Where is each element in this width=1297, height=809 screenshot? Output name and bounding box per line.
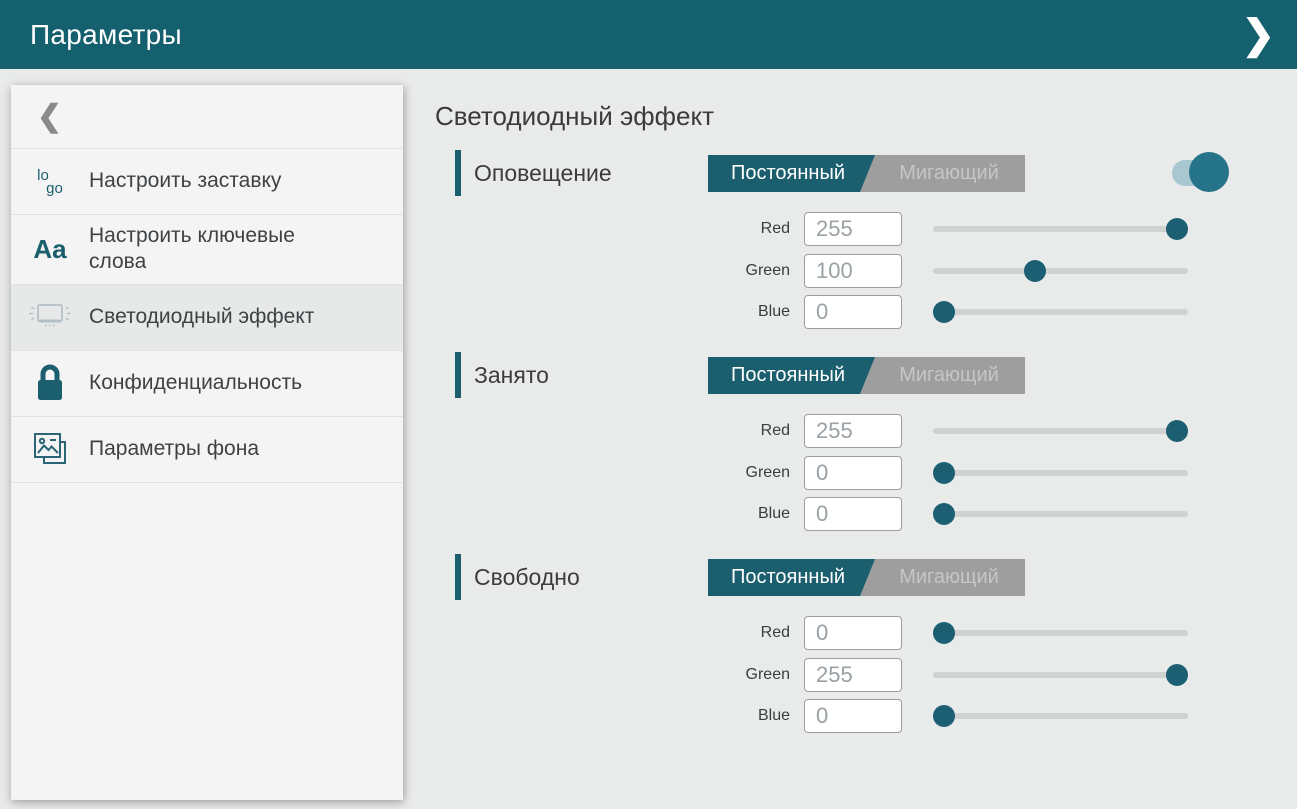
slider-thumb[interactable] <box>1166 218 1188 240</box>
channel-label: Green <box>640 666 804 684</box>
channel-label: Red <box>640 220 804 238</box>
rgb-row: Red <box>640 616 1188 650</box>
mode-segmented-control: Постоянный Мигающий <box>708 559 1025 596</box>
slider-thumb[interactable] <box>1024 260 1046 282</box>
channel-label: Blue <box>640 707 804 725</box>
blue-value-input[interactable] <box>804 497 902 531</box>
rgb-rows: Red Green Blue <box>640 212 1188 337</box>
rgb-row: Blue <box>640 497 1188 531</box>
rgb-rows: Red Green Blue <box>640 414 1188 539</box>
blue-slider[interactable] <box>933 699 1188 733</box>
green-slider[interactable] <box>933 456 1188 490</box>
mode-option-constant[interactable]: Постоянный <box>708 559 868 596</box>
led-section: Занято Постоянный Мигающий Red Green Blu… <box>0 350 1297 540</box>
slider-thumb[interactable] <box>933 705 955 727</box>
rgb-row: Red <box>640 414 1188 448</box>
red-slider[interactable] <box>933 616 1188 650</box>
rgb-row: Blue <box>640 699 1188 733</box>
green-slider[interactable] <box>933 254 1188 288</box>
rgb-rows: Red Green Blue <box>640 616 1188 741</box>
mode-option-constant[interactable]: Постоянный <box>708 357 868 394</box>
red-value-input[interactable] <box>804 616 902 650</box>
channel-label: Red <box>640 422 804 440</box>
section-label: Оповещение <box>474 148 612 198</box>
channel-label: Green <box>640 464 804 482</box>
forward-chevron-icon[interactable]: ❯ <box>1241 15 1275 55</box>
slider-track <box>933 226 1188 232</box>
section-label: Занято <box>474 350 549 400</box>
slider-track <box>933 511 1188 517</box>
blue-slider[interactable] <box>933 295 1188 329</box>
red-slider[interactable] <box>933 414 1188 448</box>
rgb-row: Blue <box>640 295 1188 329</box>
accent-bar <box>455 352 461 398</box>
mode-segmented-control: Постоянный Мигающий <box>708 155 1025 192</box>
rgb-row: Green <box>640 254 1188 288</box>
toggle-thumb <box>1189 152 1229 192</box>
channel-label: Green <box>640 262 804 280</box>
mode-segmented-control: Постоянный Мигающий <box>708 357 1025 394</box>
red-slider[interactable] <box>933 212 1188 246</box>
slider-track <box>933 428 1188 434</box>
slider-track <box>933 630 1188 636</box>
blue-slider[interactable] <box>933 497 1188 531</box>
rgb-row: Green <box>640 456 1188 490</box>
enable-toggle-on[interactable] <box>1171 152 1231 192</box>
green-slider[interactable] <box>933 658 1188 692</box>
slider-thumb[interactable] <box>1166 664 1188 686</box>
blue-value-input[interactable] <box>804 295 902 329</box>
slider-track <box>933 470 1188 476</box>
rgb-row: Green <box>640 658 1188 692</box>
mode-option-blinking[interactable]: Мигающий <box>873 357 1025 394</box>
green-value-input[interactable] <box>804 658 902 692</box>
back-chevron-icon: ❮ <box>37 102 62 132</box>
slider-thumb[interactable] <box>1166 420 1188 442</box>
mode-option-constant[interactable]: Постоянный <box>708 155 868 192</box>
led-section: Оповещение Постоянный Мигающий Red Green… <box>0 148 1297 338</box>
section-label: Свободно <box>474 552 580 602</box>
page-section-title: Светодиодный эффект <box>435 101 714 132</box>
app-header: Параметры ❯ <box>0 0 1297 69</box>
slider-track <box>933 309 1188 315</box>
green-value-input[interactable] <box>804 456 902 490</box>
slider-track <box>933 713 1188 719</box>
mode-option-blinking[interactable]: Мигающий <box>873 559 1025 596</box>
mode-option-blinking[interactable]: Мигающий <box>873 155 1025 192</box>
red-value-input[interactable] <box>804 414 902 448</box>
red-value-input[interactable] <box>804 212 902 246</box>
slider-thumb[interactable] <box>933 622 955 644</box>
page-title: Параметры <box>30 19 182 51</box>
sidebar-back-button[interactable]: ❮ <box>11 85 403 149</box>
accent-bar <box>455 150 461 196</box>
led-section: Свободно Постоянный Мигающий Red Green B… <box>0 552 1297 742</box>
slider-track <box>933 672 1188 678</box>
blue-value-input[interactable] <box>804 699 902 733</box>
slider-thumb[interactable] <box>933 503 955 525</box>
channel-label: Blue <box>640 303 804 321</box>
slider-thumb[interactable] <box>933 301 955 323</box>
rgb-row: Red <box>640 212 1188 246</box>
accent-bar <box>455 554 461 600</box>
slider-track <box>933 268 1188 274</box>
slider-thumb[interactable] <box>933 462 955 484</box>
channel-label: Blue <box>640 505 804 523</box>
channel-label: Red <box>640 624 804 642</box>
green-value-input[interactable] <box>804 254 902 288</box>
